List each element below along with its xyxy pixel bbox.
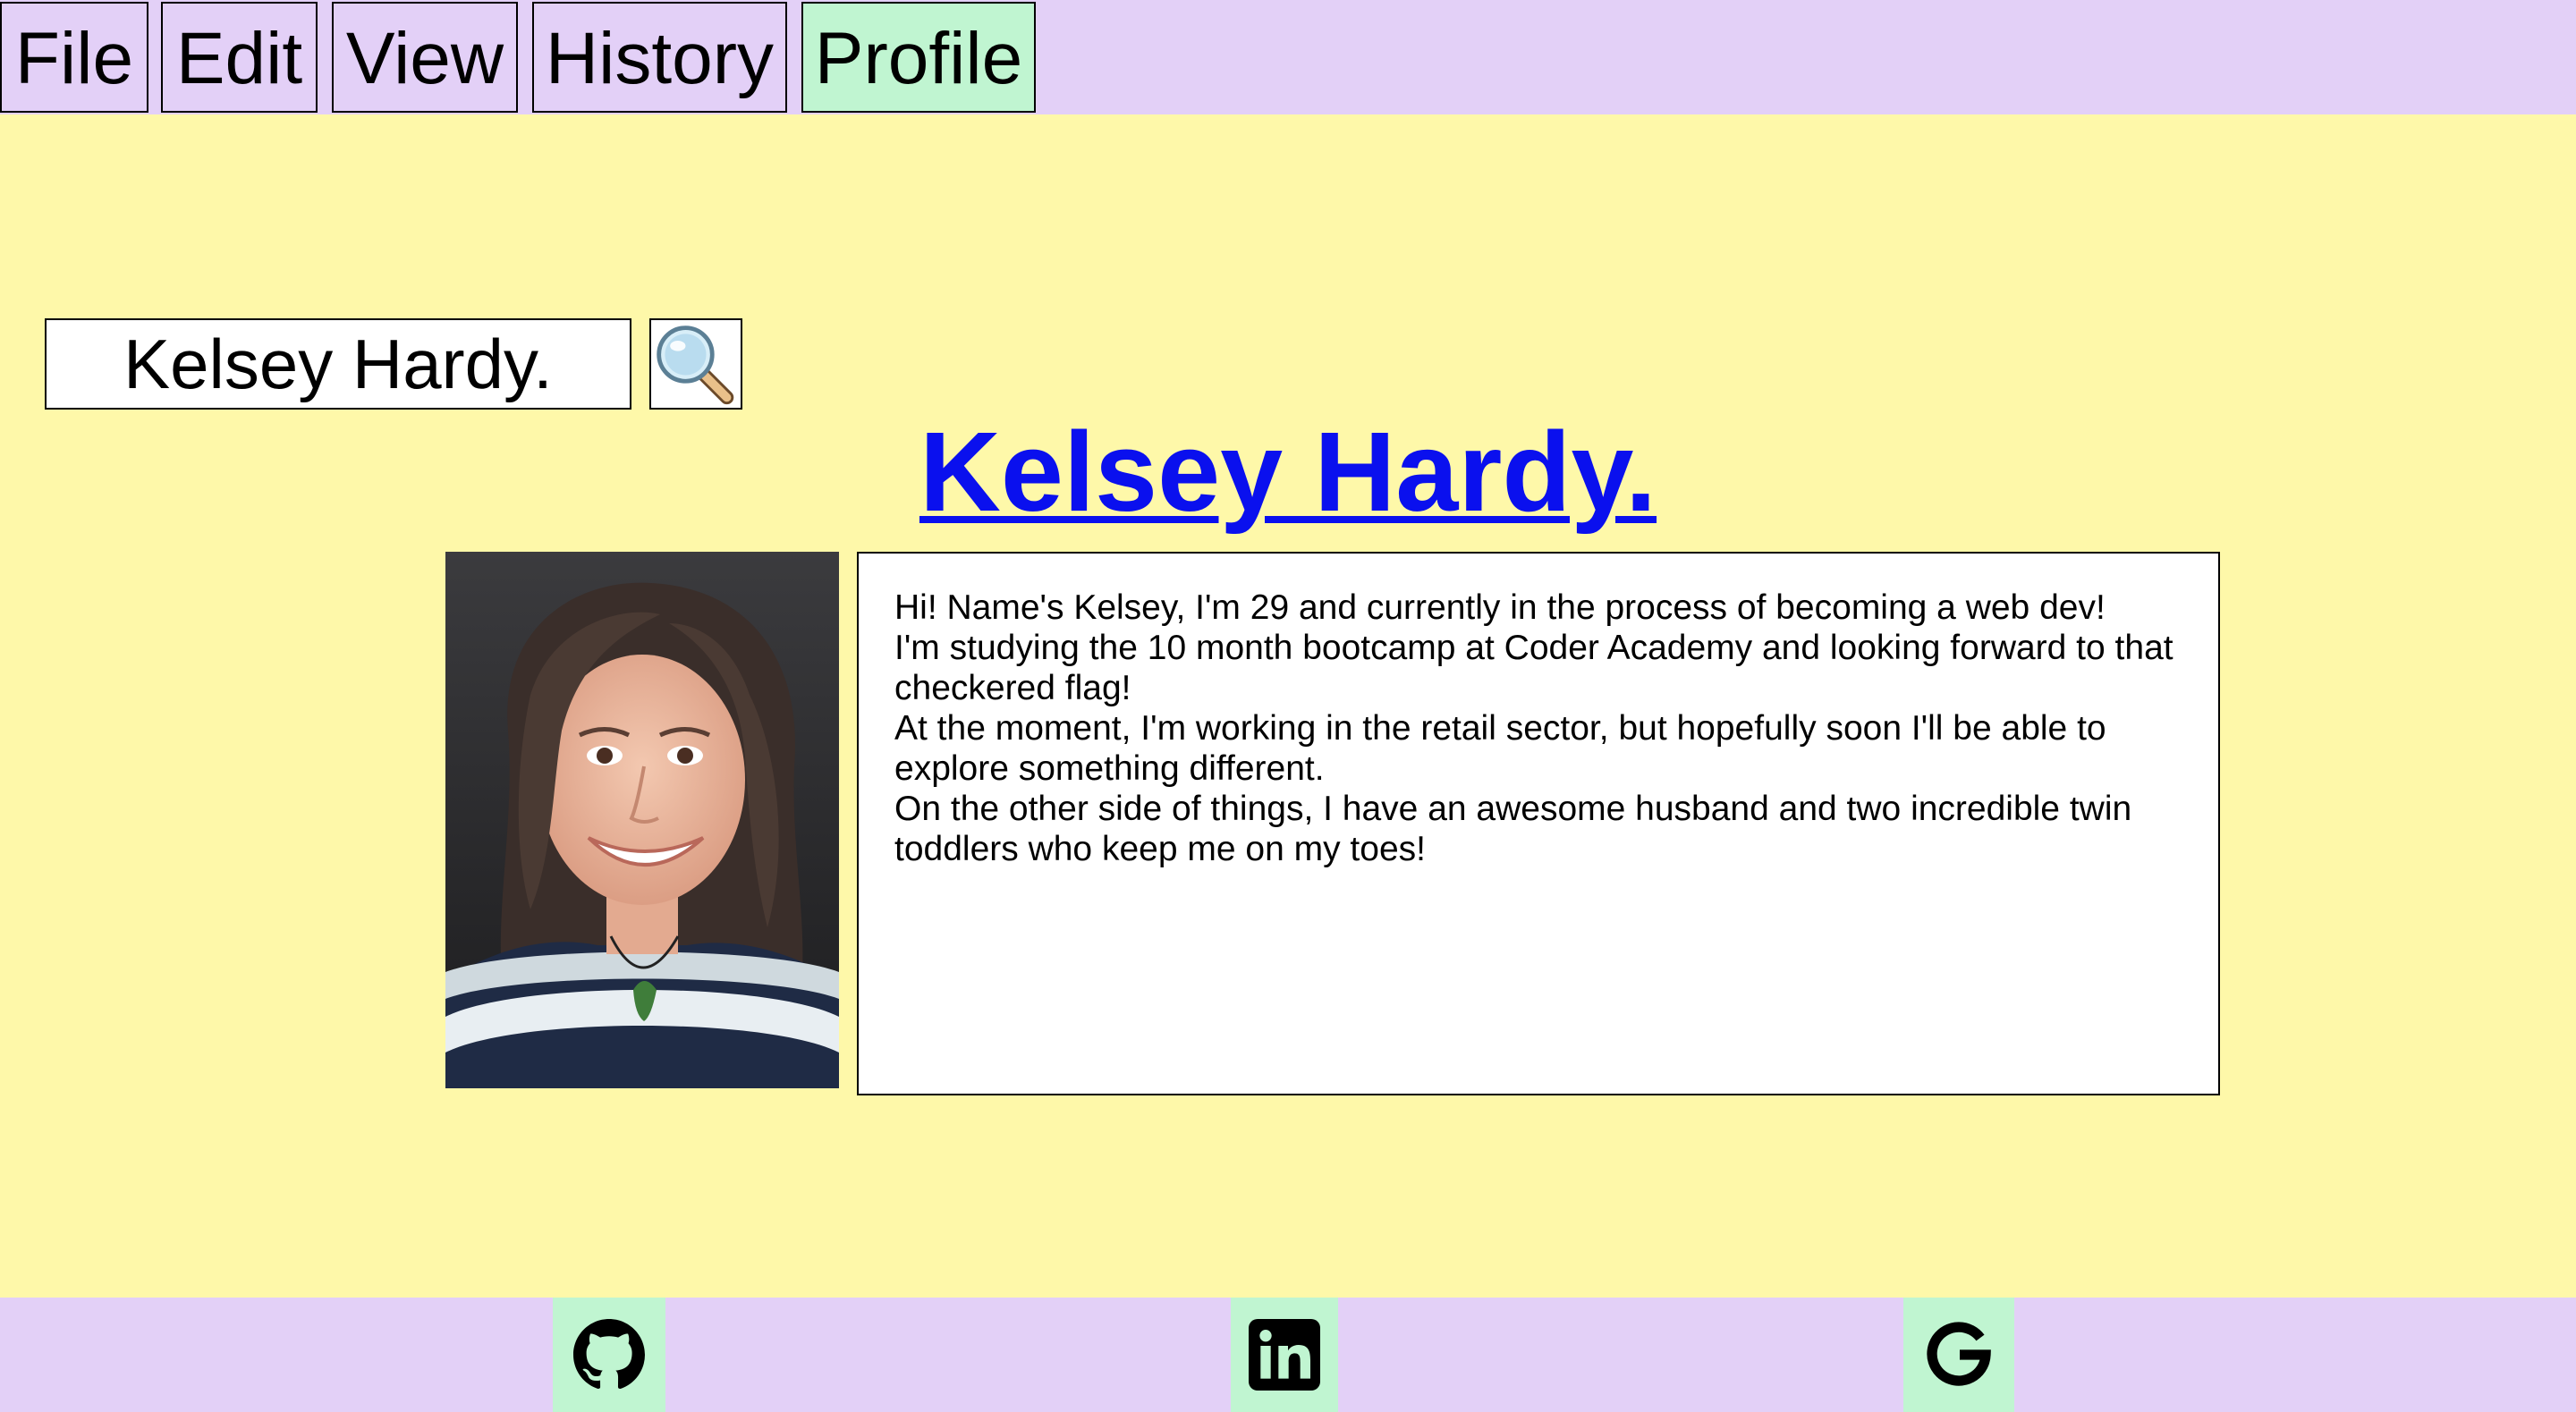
page-title: Kelsey Hardy. [0, 410, 2576, 535]
magnifier-icon [651, 320, 741, 408]
search-input[interactable] [45, 318, 631, 410]
menu-view-button[interactable]: View [332, 2, 518, 113]
linkedin-link[interactable] [1231, 1298, 1338, 1412]
linkedin-icon [1249, 1319, 1320, 1391]
search-button[interactable] [649, 318, 742, 410]
profile-name-link[interactable]: Kelsey Hardy. [919, 409, 1657, 535]
bio-paragraph: Hi! Name's Kelsey, I'm 29 and currently … [894, 588, 2106, 627]
bio-paragraph: I'm studying the 10 month bootcamp at Co… [894, 629, 2174, 707]
footer-bar [0, 1298, 2576, 1412]
menu-bar: File Edit View History Profile [0, 0, 2576, 114]
github-link[interactable] [553, 1298, 665, 1412]
bio-paragraph: At the moment, I'm working in the retail… [894, 709, 2106, 788]
github-icon [573, 1319, 645, 1390]
bio-panel: Hi! Name's Kelsey, I'm 29 and currently … [857, 552, 2220, 1095]
google-link[interactable] [1903, 1298, 2014, 1412]
bio-paragraph: On the other side of things, I have an a… [894, 790, 2132, 868]
google-icon [1927, 1322, 1991, 1386]
profile-photo [445, 552, 839, 1088]
menu-edit-button[interactable]: Edit [161, 2, 318, 113]
menu-history-button[interactable]: History [532, 2, 787, 113]
menu-file-button[interactable]: File [0, 2, 148, 113]
menu-profile-button[interactable]: Profile [801, 2, 1036, 113]
